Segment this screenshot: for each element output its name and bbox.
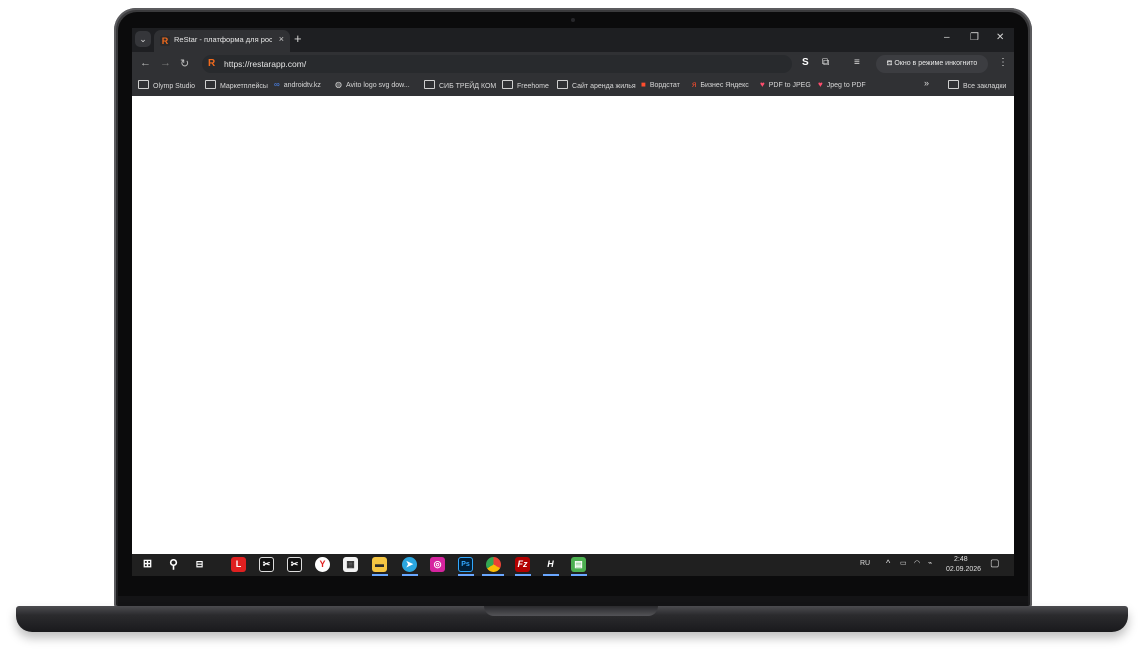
heart-icon: ♥	[818, 80, 823, 89]
incognito-indicator[interactable]: ⛾ Окно в режиме инкогнито	[876, 55, 988, 73]
active-tab[interactable]: R ReStar - платформа для роста ×	[154, 30, 290, 52]
folder-icon	[948, 80, 959, 89]
forward-button[interactable]: →	[160, 57, 171, 69]
search-icon[interactable]: ⚲	[166, 557, 181, 572]
back-button[interactable]: ←	[140, 57, 151, 69]
notepad-app-icon[interactable]: ▤	[571, 557, 586, 572]
laptop-chin	[118, 596, 1028, 606]
bookmark-androidtv[interactable]: ∞ androidtv.kz	[274, 80, 321, 89]
url-text[interactable]: https://restarapp.com/	[224, 59, 306, 69]
telegram-app-icon[interactable]: ➤	[402, 557, 417, 572]
wifi-icon[interactable]: ◠	[914, 559, 920, 567]
battery-icon[interactable]: ▭	[900, 559, 907, 567]
wordstat-icon: ■	[641, 80, 646, 89]
notification-icon[interactable]: ▢	[990, 558, 999, 569]
tab-close-button[interactable]: ×	[279, 34, 284, 44]
bookmark-yandex-business[interactable]: я Бизнес Яндекс	[692, 80, 749, 89]
bookmark-marketplaces[interactable]: Маркетплейсы	[205, 80, 268, 90]
heart-icon: ♥	[760, 80, 765, 89]
lamoda-app-icon[interactable]: L	[231, 557, 246, 572]
language-indicator[interactable]: RU	[860, 560, 870, 567]
photoshop-app-icon[interactable]: Ps	[458, 557, 473, 572]
notepad-active-indicator	[571, 574, 587, 576]
camera	[571, 18, 575, 22]
chrome-active-indicator	[482, 574, 504, 576]
bookmark-rent-site[interactable]: Сайт аренда жилья	[557, 80, 636, 90]
screen: ⌄ R ReStar - платформа для роста × + – ❐…	[132, 28, 1014, 576]
all-bookmarks-button[interactable]: Все закладки	[948, 80, 1006, 90]
store-app-icon[interactable]: ▦	[343, 557, 358, 572]
filezilla-active-indicator	[515, 574, 531, 576]
bookmark-freehome[interactable]: Freehome	[502, 80, 549, 90]
network-icon[interactable]: ⌁	[928, 559, 932, 567]
tab-search-button[interactable]: ⌄	[135, 31, 151, 47]
folder-icon	[424, 80, 435, 89]
bookmarks-overflow-button[interactable]: »	[924, 78, 929, 88]
minimize-button[interactable]: –	[944, 32, 950, 43]
tray-chevron-icon[interactable]: ^	[886, 558, 890, 568]
clock-date[interactable]: 02.09.2026	[946, 566, 981, 573]
file-explorer-icon[interactable]: ▬	[372, 557, 387, 572]
h-app-icon[interactable]: H	[543, 557, 558, 572]
folder-icon	[138, 80, 149, 89]
tab-title: ReStar - платформа для роста	[174, 35, 272, 44]
instagram-app-icon[interactable]: ◎	[430, 557, 445, 572]
new-tab-button[interactable]: +	[294, 31, 302, 46]
windows-start-icon[interactable]: ⊞	[140, 557, 155, 572]
clock-time[interactable]: 2:48	[954, 556, 968, 563]
laptop-base	[16, 606, 1128, 632]
address-bar[interactable]: R https://restarapp.com/	[202, 55, 792, 73]
maximize-button[interactable]: ❐	[970, 32, 979, 43]
folder-icon	[557, 80, 568, 89]
bookmark-sib-trade[interactable]: СИБ ТРЕЙД КОМ	[424, 80, 496, 90]
bookmark-avito[interactable]: ◍ Avito logo svg dow...	[335, 80, 410, 89]
yandex-icon: я	[692, 80, 697, 89]
browser-toolbar: ← → ↻ R https://restarapp.com/ S ⧉ ≡ ⛾ О…	[132, 52, 1014, 76]
bookmark-olymp-studio[interactable]: Olymp Studio	[138, 80, 195, 90]
reload-button[interactable]: ↻	[180, 57, 189, 70]
h-app-active-indicator	[543, 574, 559, 576]
chrome-app-icon[interactable]	[486, 557, 501, 572]
bookmark-pdf-to-jpeg[interactable]: ♥ PDF to JPEG	[760, 80, 811, 89]
extension-s-icon[interactable]: S	[802, 57, 809, 68]
bookmark-jpeg-to-pdf[interactable]: ♥ Jpeg to PDF	[818, 80, 866, 89]
meta-icon: ∞	[274, 80, 280, 89]
filezilla-app-icon[interactable]: Fz	[515, 557, 530, 572]
task-view-icon[interactable]: ⊟	[192, 557, 207, 572]
yandex-browser-icon[interactable]: Y	[315, 557, 330, 572]
restar-favicon-icon: R	[160, 36, 170, 46]
close-window-button[interactable]: ✕	[996, 32, 1004, 43]
capcut-app-icon[interactable]: ✂	[259, 557, 274, 572]
explorer-active-indicator	[372, 574, 388, 576]
bookmark-wordstat[interactable]: ■ Вордстат	[641, 80, 680, 89]
lid-open-notch	[484, 606, 658, 616]
folder-icon	[205, 80, 216, 89]
bookmarks-bar: Olymp Studio Маркетплейсы ∞ androidtv.kz …	[132, 76, 1014, 96]
windows-taskbar: ⊞ ⚲ ⊟ L ✂ ✂ Y ▦ ▬ ➤ ◎ Ps Fz H ▤ RU ^ ▭ ◠…	[132, 554, 1014, 576]
extensions-puzzle-icon[interactable]: ⧉	[822, 57, 829, 68]
folder-icon	[502, 80, 513, 89]
tab-bar: ⌄ R ReStar - платформа для роста × + – ❐…	[132, 28, 1014, 52]
page-content[interactable]	[132, 96, 1014, 554]
restar-favicon-icon: R	[208, 58, 216, 69]
reading-list-icon[interactable]: ≡	[854, 57, 860, 68]
photoshop-active-indicator	[458, 574, 474, 576]
capcut-alt-app-icon[interactable]: ✂	[287, 557, 302, 572]
globe-icon: ◍	[335, 80, 342, 89]
menu-kebab-icon[interactable]: ⋮	[998, 57, 1008, 68]
telegram-active-indicator	[402, 574, 418, 576]
